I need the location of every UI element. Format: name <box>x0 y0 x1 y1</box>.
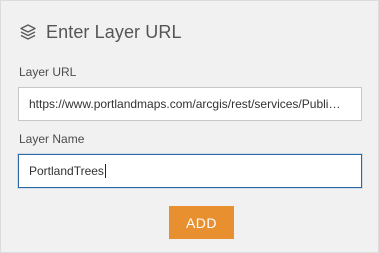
panel-title: Enter Layer URL <box>46 21 182 42</box>
layer-name-input[interactable]: PortlandTrees <box>18 154 362 188</box>
text-caret <box>104 163 106 178</box>
add-layer-panel: Enter Layer URL Layer URL https://www.po… <box>0 0 379 253</box>
layer-name-value: PortlandTrees <box>29 164 104 178</box>
panel-header: Enter Layer URL <box>18 18 182 46</box>
layers-icon <box>18 22 38 42</box>
layer-url-value: https://www.portlandmaps.com/arcgis/rest… <box>29 97 341 111</box>
layer-url-label: Layer URL <box>19 65 77 79</box>
layer-url-input[interactable]: https://www.portlandmaps.com/arcgis/rest… <box>18 87 362 121</box>
layer-name-label: Layer Name <box>19 132 85 146</box>
add-button[interactable]: ADD <box>169 206 234 239</box>
